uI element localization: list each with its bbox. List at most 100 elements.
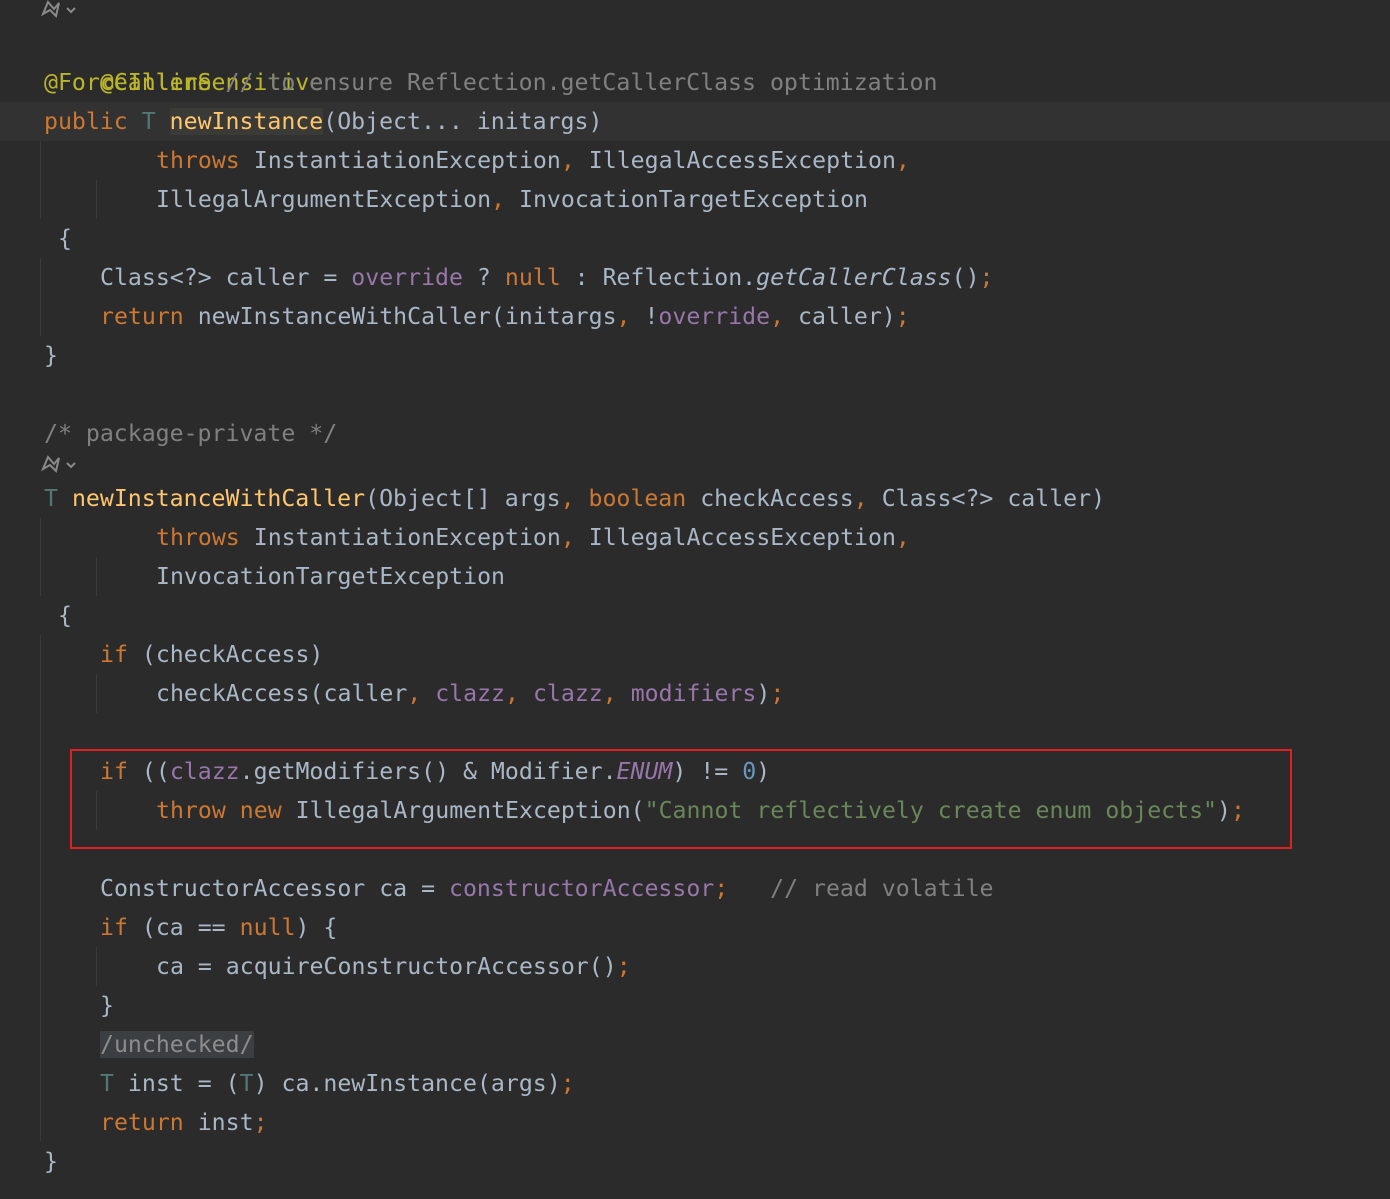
method-name: newInstanceWithCaller <box>71 485 366 512</box>
code-text: IllegalAccessException <box>588 524 896 551</box>
code-text: ) <box>1217 797 1231 824</box>
code-text: IllegalAccessException <box>588 147 896 174</box>
field: override <box>658 303 771 330</box>
indent-guide <box>40 518 41 596</box>
field: clazz <box>169 758 240 785</box>
field: clazz <box>435 680 506 707</box>
keyword: boolean <box>588 485 687 512</box>
code-text: } <box>44 342 58 369</box>
punctuation: , <box>560 147 575 174</box>
code-text: { <box>58 225 72 252</box>
code-line: throw new IllegalArgumentException("Cann… <box>156 791 1245 830</box>
implementation-gutter-icon[interactable] <box>40 0 77 20</box>
implementation-gutter-icon <box>40 0 60 18</box>
code-text: } <box>44 1148 58 1175</box>
code-text: ! <box>630 303 659 330</box>
code-text: IllegalArgumentException( <box>281 797 645 824</box>
method-name: newInstance <box>169 108 324 135</box>
keyword: new <box>239 797 282 824</box>
indent-guide <box>40 141 41 219</box>
code-line: } <box>44 1142 58 1181</box>
code-editor[interactable]: @CallerSensitive @ForceInline // to ensu… <box>0 0 1390 1199</box>
punctuation: , <box>407 680 422 707</box>
punctuation: , <box>770 303 785 330</box>
code-text: (checkAccess) <box>127 641 324 668</box>
code-text: { <box>58 602 72 629</box>
punctuation: ; <box>895 303 910 330</box>
type-parameter: T <box>44 485 58 512</box>
code-text: : Reflection. <box>560 264 757 291</box>
string-literal: "Cannot reflectively create enum objects… <box>644 797 1218 824</box>
indent-guide <box>96 557 97 596</box>
code-line: T inst = (T) ca.newInstance(args); <box>100 1064 575 1103</box>
keyword: null <box>239 914 296 941</box>
code-line: if (ca == null) { <box>100 908 337 947</box>
code-text: IllegalArgumentException <box>156 186 492 213</box>
annotation-force-inline: @ForceInline <box>44 69 212 96</box>
method-call: getCallerClass <box>756 264 952 291</box>
code-text: newInstanceWithCaller(initargs <box>183 303 617 330</box>
implementation-gutter-icon <box>40 455 60 473</box>
indent-guide <box>96 180 97 219</box>
code-text: caller) <box>784 303 896 330</box>
punctuation: , <box>560 524 575 551</box>
code-text: checkAccess <box>686 485 854 512</box>
code-text: ) { <box>295 914 338 941</box>
punctuation: ; <box>979 264 994 291</box>
code-text: InstantiationException <box>253 147 561 174</box>
punctuation: , <box>602 680 617 707</box>
keyword: return <box>100 1109 184 1136</box>
code-line: } <box>100 986 114 1025</box>
indent-guide <box>96 674 97 713</box>
punctuation: ; <box>616 953 631 980</box>
indent-guide <box>40 258 41 336</box>
code-text: Class<?> caller = <box>100 264 352 291</box>
type-parameter: T <box>141 108 156 135</box>
code-line: @CallerSensitive <box>44 24 323 96</box>
punctuation: , <box>560 485 575 512</box>
keyword: if <box>100 758 128 785</box>
indent-guide <box>40 635 41 1141</box>
chevron-down-icon <box>66 462 76 469</box>
comment: // to ensure Reflection.getCallerClass o… <box>225 69 938 96</box>
code-text: .getModifiers() & Modifier. <box>239 758 617 785</box>
code-line: IllegalArgumentException, InvocationTarg… <box>156 180 868 219</box>
code-text: InvocationTargetException <box>518 186 868 213</box>
field: modifiers <box>630 680 757 707</box>
punctuation: , <box>491 186 506 213</box>
keyword: public <box>44 108 128 135</box>
punctuation: ; <box>714 875 729 902</box>
type-parameter: T <box>239 1070 254 1097</box>
field: constructorAccessor <box>449 875 715 902</box>
code-text: inst <box>183 1109 254 1136</box>
unchecked-annotation: /unchecked/ <box>100 1031 254 1058</box>
punctuation: ; <box>1230 797 1245 824</box>
punctuation: , <box>853 485 868 512</box>
code-text: () <box>951 264 980 291</box>
code-line: throws InstantiationException, IllegalAc… <box>156 518 910 557</box>
code-line: /* package-private */ <box>44 414 337 453</box>
punctuation: , <box>505 680 519 707</box>
number: 0 <box>742 758 757 785</box>
code-text: ) ca.newInstance(args) <box>253 1070 561 1097</box>
code-text: (( <box>127 758 170 785</box>
keyword: throw <box>156 797 226 824</box>
code-line: { <box>58 219 72 258</box>
code-line: checkAccess(caller, clazz, clazz, modifi… <box>156 674 784 713</box>
code-text: inst = ( <box>113 1070 240 1097</box>
code-text: ) <box>756 680 771 707</box>
keyword: null <box>504 264 561 291</box>
chevron-down-icon <box>66 7 76 14</box>
code-text: ca = acquireConstructorAccessor() <box>156 953 617 980</box>
comment: /* package-private */ <box>44 420 338 447</box>
field: ENUM <box>616 758 673 785</box>
implementation-gutter-icon[interactable] <box>40 455 77 475</box>
punctuation: , <box>616 303 631 330</box>
code-text: ? <box>462 264 505 291</box>
code-text: checkAccess(caller <box>156 680 408 707</box>
punctuation: , <box>895 147 910 174</box>
keyword: if <box>100 914 128 941</box>
code-line: InvocationTargetException <box>156 557 505 596</box>
code-text: ) <box>756 758 771 785</box>
code-line: Class<?> caller = override ? null : Refl… <box>100 258 994 297</box>
